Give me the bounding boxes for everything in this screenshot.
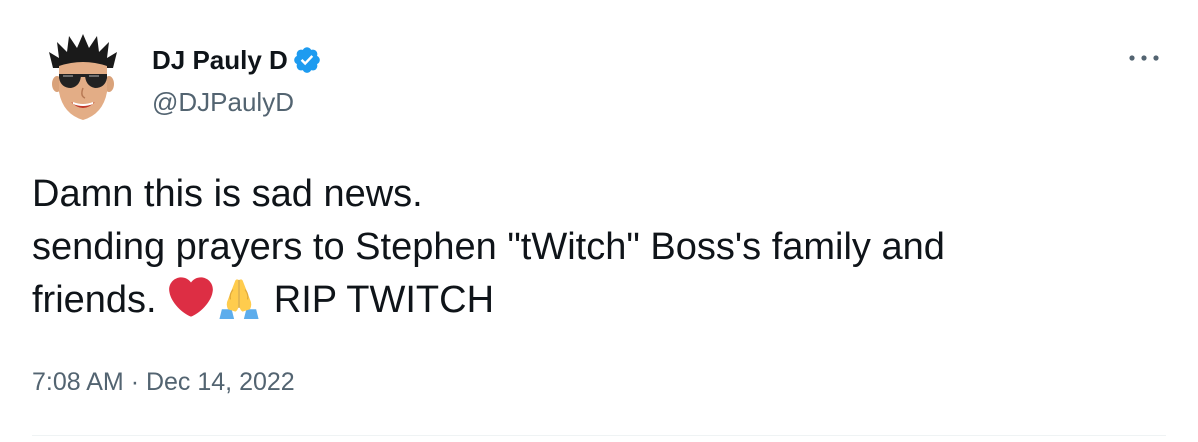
tweet-text: Damn this is sad news. sending prayers t…	[32, 168, 1172, 327]
tweet-date-link[interactable]: Dec 14, 2022	[146, 368, 295, 396]
red-heart-icon	[169, 275, 214, 319]
author-display-name[interactable]: DJ Pauly D	[152, 44, 288, 76]
avatar[interactable]	[33, 30, 133, 130]
tweet-card: DJ Pauly D @DJPaulyD Damn this is sad ne…	[0, 0, 1198, 442]
tweet-timestamp[interactable]: 7:08 AM · Dec 14, 2022	[32, 366, 295, 398]
tweet-line-3: friends. RIP TWITCH	[32, 274, 1172, 327]
verified-badge-icon	[292, 45, 322, 75]
timestamp-separator: ·	[130, 368, 140, 396]
avatar-illustration-icon	[49, 34, 117, 120]
folded-hands-icon	[217, 275, 261, 319]
more-horizontal-icon	[1129, 55, 1159, 61]
tweet-line-3-start: friends.	[32, 279, 157, 321]
author-name-row[interactable]: DJ Pauly D	[152, 44, 322, 76]
more-options-button[interactable]	[1128, 46, 1160, 70]
author-handle[interactable]: @DJPaulyD	[152, 86, 294, 118]
tweet-line-1: Damn this is sad news.	[32, 173, 423, 215]
tweet-time-link[interactable]: 7:08 AM	[32, 368, 124, 396]
tweet-line-3-end: RIP TWITCH	[273, 279, 495, 321]
tweet-line-2: sending prayers to Stephen "tWitch" Boss…	[32, 226, 945, 268]
divider	[32, 435, 1166, 436]
